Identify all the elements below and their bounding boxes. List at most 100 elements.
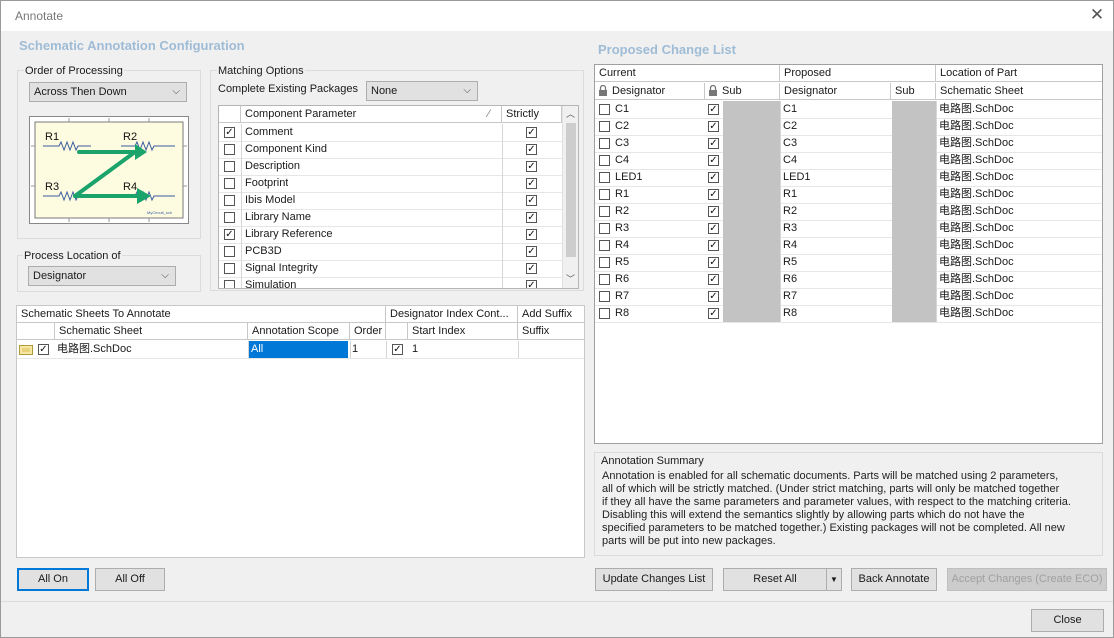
current-sub-lock-checkbox[interactable]: ✓ bbox=[708, 274, 719, 285]
sheet-include-checkbox[interactable]: ✓ bbox=[38, 344, 49, 355]
current-designator: R5 bbox=[615, 256, 630, 268]
proposed-sub-cell bbox=[892, 254, 936, 271]
col-divider bbox=[936, 305, 937, 322]
scroll-down-icon[interactable]: ﹀ bbox=[566, 272, 575, 285]
current-designator-lock-checkbox[interactable] bbox=[599, 291, 610, 302]
proposed-designator: R7 bbox=[783, 290, 798, 302]
start-index-cell[interactable]: 1 bbox=[412, 341, 418, 358]
reset-all-button[interactable]: Reset All bbox=[723, 568, 827, 591]
group-header-location: Location of Part bbox=[936, 65, 1102, 82]
column-header-suffix[interactable]: Suffix bbox=[518, 323, 584, 340]
proposed-designator: R1 bbox=[783, 188, 798, 200]
current-designator-lock-checkbox[interactable] bbox=[599, 206, 610, 217]
column-header-start-index[interactable]: Start Index bbox=[408, 323, 518, 340]
current-sub-lock-checkbox[interactable]: ✓ bbox=[708, 155, 719, 166]
col-divider bbox=[780, 288, 781, 305]
parameter-checkbox[interactable] bbox=[224, 178, 235, 189]
column-header-annotation-scope[interactable]: Annotation Scope bbox=[248, 323, 350, 340]
parameter-checkbox[interactable] bbox=[224, 280, 235, 288]
strictly-checkbox[interactable]: ✓ bbox=[526, 263, 537, 274]
col-divider bbox=[502, 158, 503, 175]
current-designator-lock-checkbox[interactable] bbox=[599, 104, 610, 115]
column-header-strictly[interactable]: Strictly bbox=[502, 106, 562, 123]
current-sub-lock-checkbox[interactable]: ✓ bbox=[708, 223, 719, 234]
col-divider bbox=[248, 341, 249, 358]
strictly-checkbox[interactable]: ✓ bbox=[526, 144, 537, 155]
index-control-checkbox[interactable]: ✓ bbox=[392, 344, 403, 355]
parameter-checkbox[interactable] bbox=[224, 195, 235, 206]
current-designator-lock-checkbox[interactable] bbox=[599, 257, 610, 268]
strictly-checkbox[interactable]: ✓ bbox=[526, 229, 537, 240]
current-designator-lock-checkbox[interactable] bbox=[599, 223, 610, 234]
process-location-select[interactable]: Designator ⌵ bbox=[28, 266, 176, 286]
proposed-scroll-gap bbox=[1104, 64, 1112, 444]
column-header-parameter[interactable]: Component Parameter ⁄ bbox=[241, 106, 502, 123]
footer-divider bbox=[1, 601, 1113, 602]
close-button[interactable]: Close bbox=[1031, 609, 1104, 632]
current-sub-lock-checkbox[interactable]: ✓ bbox=[708, 240, 719, 251]
current-designator-lock-checkbox[interactable] bbox=[599, 138, 610, 149]
proposed-sub-cell bbox=[892, 118, 936, 135]
current-sub-lock-checkbox[interactable]: ✓ bbox=[708, 206, 719, 217]
order-processing-select[interactable]: Across Then Down ⌵ bbox=[29, 82, 187, 102]
parameter-checkbox[interactable] bbox=[224, 144, 235, 155]
parameter-checkbox[interactable]: ✓ bbox=[224, 127, 235, 138]
accept-changes-button[interactable]: Accept Changes (Create ECO) bbox=[947, 568, 1107, 591]
current-sub-lock-checkbox[interactable]: ✓ bbox=[708, 121, 719, 132]
reset-all-dropdown[interactable]: ▼ bbox=[826, 568, 842, 591]
back-annotate-button[interactable]: Back Annotate bbox=[851, 568, 937, 591]
complete-packages-select[interactable]: None ⌵ bbox=[366, 81, 478, 101]
process-location-label: Process Location of bbox=[23, 250, 122, 262]
column-header-schematic-sheet[interactable]: Schematic Sheet bbox=[55, 323, 248, 340]
current-designator-lock-checkbox[interactable] bbox=[599, 189, 610, 200]
all-on-button[interactable]: All On bbox=[17, 568, 89, 591]
strictly-checkbox[interactable]: ✓ bbox=[526, 161, 537, 172]
col-divider bbox=[936, 135, 937, 152]
column-header-order[interactable]: Order bbox=[350, 323, 386, 340]
current-sub-lock-checkbox[interactable]: ✓ bbox=[708, 257, 719, 268]
close-icon[interactable]: ✕ bbox=[1088, 5, 1106, 25]
parameter-checkbox[interactable] bbox=[224, 212, 235, 223]
proposed-designator: R2 bbox=[783, 205, 798, 217]
column-header-current-sub[interactable]: Sub bbox=[705, 83, 780, 100]
current-sub-lock-checkbox[interactable]: ✓ bbox=[708, 104, 719, 115]
current-designator-lock-checkbox[interactable] bbox=[599, 155, 610, 166]
col-divider bbox=[350, 341, 351, 358]
current-sub-lock-checkbox[interactable]: ✓ bbox=[708, 138, 719, 149]
update-changes-list-button[interactable]: Update Changes List bbox=[595, 568, 713, 591]
current-designator-lock-checkbox[interactable] bbox=[599, 274, 610, 285]
strictly-checkbox[interactable]: ✓ bbox=[526, 178, 537, 189]
col-divider bbox=[241, 243, 242, 260]
strictly-checkbox[interactable]: ✓ bbox=[526, 195, 537, 206]
strictly-checkbox[interactable]: ✓ bbox=[526, 246, 537, 257]
all-off-button[interactable]: All Off bbox=[95, 568, 165, 591]
current-designator-lock-checkbox[interactable] bbox=[599, 172, 610, 183]
strictly-checkbox[interactable]: ✓ bbox=[526, 280, 537, 288]
col-divider bbox=[780, 203, 781, 220]
matching-scrollbar[interactable]: ︿ ﹀ bbox=[562, 106, 578, 288]
order-cell[interactable]: 1 bbox=[352, 341, 358, 358]
column-header-current-designator[interactable]: Designator bbox=[595, 83, 705, 100]
scroll-thumb[interactable] bbox=[566, 123, 576, 257]
current-sub-lock-checkbox[interactable]: ✓ bbox=[708, 172, 719, 183]
scroll-up-icon[interactable]: ︿ bbox=[566, 107, 575, 120]
strictly-checkbox[interactable]: ✓ bbox=[526, 127, 537, 138]
current-sub-lock-checkbox[interactable]: ✓ bbox=[708, 189, 719, 200]
column-header-proposed-designator[interactable]: Designator bbox=[780, 83, 891, 100]
current-designator-lock-checkbox[interactable] bbox=[599, 121, 610, 132]
parameter-checkbox[interactable] bbox=[224, 263, 235, 274]
current-sub-lock-checkbox[interactable]: ✓ bbox=[708, 291, 719, 302]
strictly-checkbox[interactable]: ✓ bbox=[526, 212, 537, 223]
parameter-checkbox[interactable] bbox=[224, 161, 235, 172]
sheet-name: 电路图.SchDoc bbox=[57, 343, 132, 355]
window-title: Annotate bbox=[15, 9, 64, 23]
annotation-scope-cell[interactable]: All bbox=[249, 341, 348, 358]
column-header-schematic-sheet[interactable]: Schematic Sheet bbox=[936, 83, 1102, 100]
current-designator-lock-checkbox[interactable] bbox=[599, 308, 610, 319]
parameter-checkbox[interactable]: ✓ bbox=[224, 229, 235, 240]
column-header-proposed-sub[interactable]: Sub bbox=[891, 83, 936, 100]
current-sub-lock-checkbox[interactable]: ✓ bbox=[708, 308, 719, 319]
current-designator-lock-checkbox[interactable] bbox=[599, 240, 610, 251]
parameter-checkbox[interactable] bbox=[224, 246, 235, 257]
location-sheet: 电路图.SchDoc bbox=[939, 307, 1014, 319]
